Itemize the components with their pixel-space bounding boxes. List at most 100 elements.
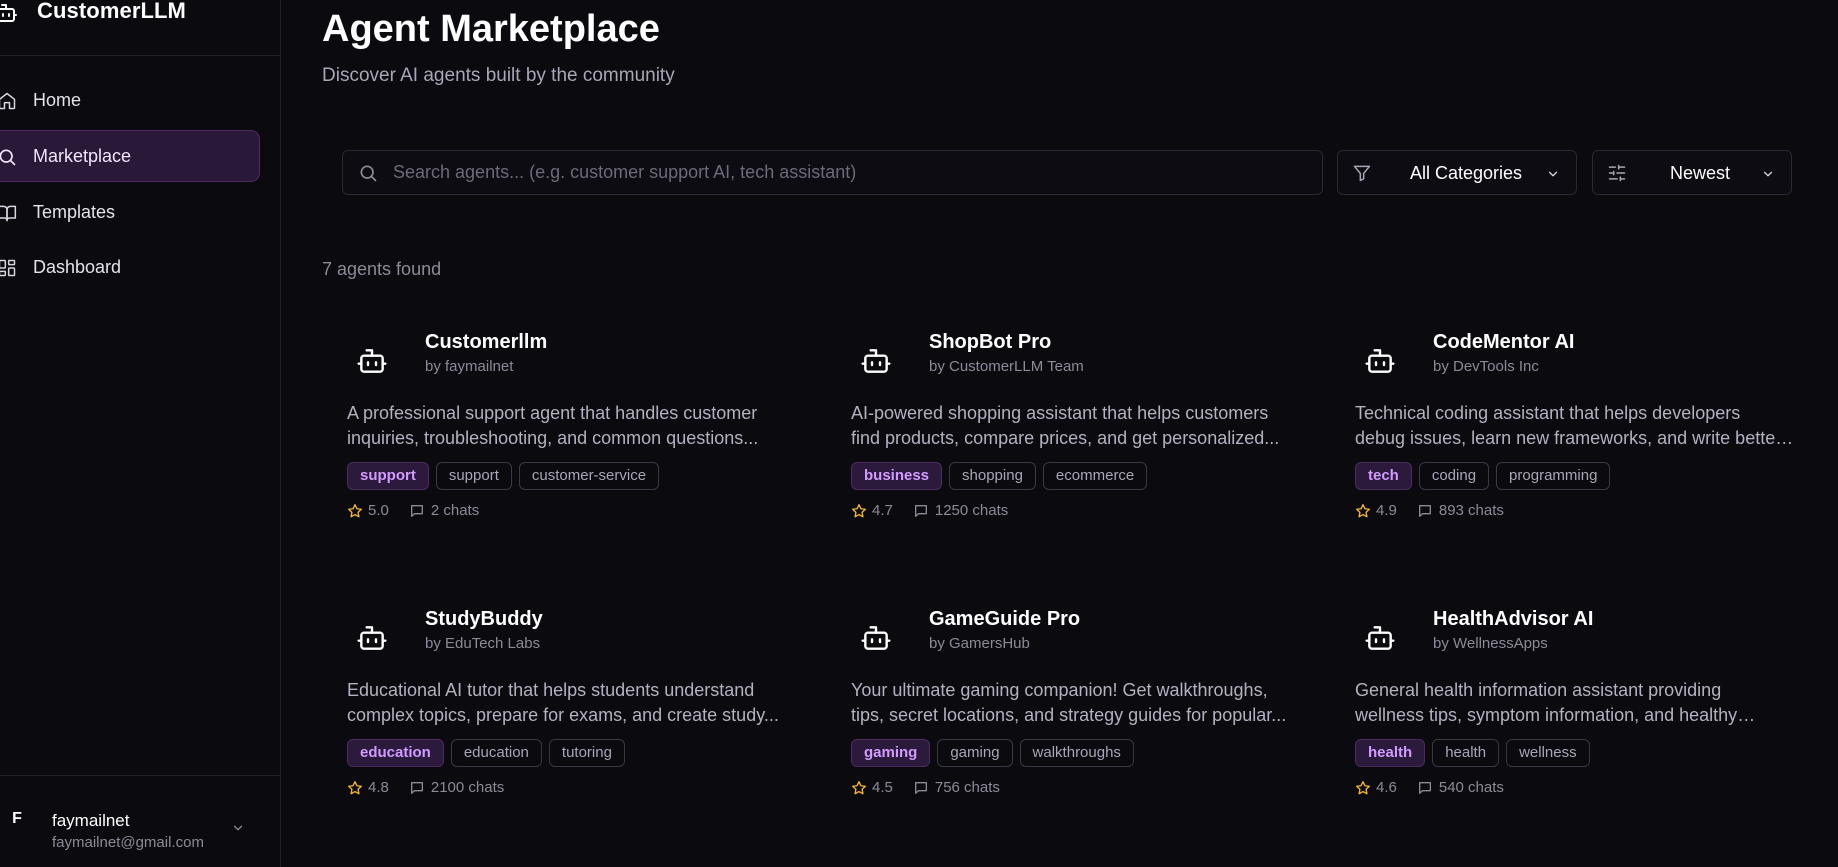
search-icon <box>0 149 16 166</box>
star-icon <box>1356 503 1370 517</box>
agent-card[interactable]: HealthAdvisor AI by WellnessApps General… <box>1348 608 1808 838</box>
page-subtitle: Discover AI agents built by the communit… <box>322 65 675 86</box>
agent-rating: 4.6 <box>1376 779 1397 796</box>
agent-name: ShopBot Pro <box>929 331 1052 353</box>
bot-icon <box>1365 349 1395 373</box>
tag[interactable]: shopping <box>949 462 1036 490</box>
agent-stats: 4.8 2100 chats <box>347 779 504 796</box>
tag-list: tech coding programming <box>1355 462 1611 490</box>
tag[interactable]: support <box>435 462 512 490</box>
category-tag[interactable]: gaming <box>851 739 931 767</box>
message-icon <box>914 504 927 517</box>
agent-description: Your ultimate gaming companion! Get walk… <box>851 680 1287 725</box>
user-name: faymailnet <box>52 811 130 830</box>
agent-card[interactable]: ShopBot Pro by CustomerLLM Team AI-power… <box>844 331 1304 561</box>
tag[interactable]: coding <box>1418 462 1490 490</box>
message-icon <box>410 504 423 517</box>
chevron-down-icon <box>1548 171 1558 177</box>
agent-card[interactable]: CodeMentor AI by DevTools Inc Technical … <box>1348 331 1808 561</box>
agent-description: A professional support agent that handle… <box>347 403 759 448</box>
tag[interactable]: customer-service <box>518 462 660 490</box>
sidebar-item-label: Marketplace <box>33 146 132 166</box>
sidebar-item-dashboard[interactable]: Dashboard <box>0 241 260 293</box>
bot-icon <box>861 349 891 373</box>
agent-stats: 4.6 540 chats <box>1355 779 1504 796</box>
agent-stats: 4.7 1250 chats <box>851 502 1008 519</box>
agent-rating: 4.5 <box>872 779 893 796</box>
agent-chats: 2100 chats <box>430 779 505 796</box>
agent-author: by faymailnet <box>425 358 514 375</box>
tag[interactable]: gaming <box>937 739 1013 767</box>
agent-rating: 5.0 <box>368 502 389 519</box>
message-icon <box>1418 504 1431 517</box>
chevron-down-icon[interactable] <box>231 821 245 835</box>
agent-author: by WellnessApps <box>1433 635 1548 652</box>
agent-description: Educational AI tutor that helps students… <box>347 680 779 725</box>
tag-list: health health wellness <box>1355 739 1590 767</box>
agent-description: AI-powered shopping assistant that helps… <box>851 403 1280 448</box>
sidebar: CustomerLLM Home Marketplace Templates D… <box>0 0 281 867</box>
star-icon <box>852 780 866 794</box>
agent-rating: 4.9 <box>1376 502 1397 519</box>
agent-chats: 2 chats <box>430 502 480 519</box>
message-icon <box>1418 781 1431 794</box>
agent-card[interactable]: GameGuide Pro by GamersHub Your ultimate… <box>844 608 1304 838</box>
tag[interactable]: programming <box>1496 462 1611 490</box>
agent-chats: 756 chats <box>934 779 1000 796</box>
bot-icon <box>357 626 387 650</box>
agent-chats: 540 chats <box>1438 779 1504 796</box>
tag[interactable]: ecommerce <box>1042 462 1148 490</box>
sidebar-item-templates[interactable]: Templates <box>0 186 260 238</box>
filter-icon <box>1353 165 1371 182</box>
sidebar-item-label: Templates <box>33 202 116 222</box>
agent-stats: 4.9 893 chats <box>1355 502 1504 519</box>
tag[interactable]: health <box>1432 739 1500 767</box>
agent-card[interactable]: StudyBuddy by EduTech Labs Educational A… <box>340 608 800 838</box>
category-tag[interactable]: business <box>851 462 943 490</box>
agent-stats: 5.0 2 chats <box>347 502 479 519</box>
agent-chats: 1250 chats <box>934 502 1009 519</box>
sort-select-value: Newest <box>1670 163 1731 183</box>
avatar: F <box>12 810 22 827</box>
agent-card[interactable]: Customerllm by faymailnet A professional… <box>340 331 800 561</box>
bot-icon <box>0 4 17 22</box>
tag[interactable]: walkthroughs <box>1019 739 1134 767</box>
sidebar-item-label: Home <box>33 90 82 110</box>
agent-chats: 893 chats <box>1438 502 1504 519</box>
category-tag[interactable]: health <box>1355 739 1426 767</box>
category-tag[interactable]: support <box>347 462 429 490</box>
agent-author: by CustomerLLM Team <box>929 358 1084 375</box>
category-select[interactable]: All Categories <box>1337 150 1577 195</box>
user-menu[interactable]: F faymailnet faymailnet@gmail.com <box>0 775 281 867</box>
sidebar-item-home[interactable]: Home <box>0 74 260 126</box>
tag-list: business shopping ecommerce <box>851 462 1148 490</box>
tag[interactable]: education <box>450 739 542 767</box>
agent-name: HealthAdvisor AI <box>1433 608 1594 630</box>
app-root: CustomerLLM Home Marketplace Templates D… <box>0 0 1838 867</box>
search-input[interactable] <box>393 151 1313 194</box>
sort-select[interactable]: Newest <box>1592 150 1792 195</box>
category-tag[interactable]: education <box>347 739 444 767</box>
star-icon <box>1356 780 1370 794</box>
message-icon <box>410 781 423 794</box>
tag-list: support support customer-service <box>347 462 660 490</box>
star-icon <box>852 503 866 517</box>
category-tag[interactable]: tech <box>1355 462 1412 490</box>
page-title: Agent Marketplace <box>322 8 660 50</box>
agent-stats: 4.5 756 chats <box>851 779 1000 796</box>
agent-author: by GamersHub <box>929 635 1030 652</box>
sidebar-item-label: Dashboard <box>33 257 122 277</box>
tag-list: gaming gaming walkthroughs <box>851 739 1134 767</box>
agent-author: by EduTech Labs <box>425 635 541 652</box>
brand[interactable]: CustomerLLM <box>0 0 281 56</box>
agent-rating: 4.8 <box>368 779 389 796</box>
tag[interactable]: wellness <box>1506 739 1590 767</box>
star-icon <box>348 780 362 794</box>
category-select-value: All Categories <box>1410 163 1523 183</box>
agent-description: Technical coding assistant that helps de… <box>1355 403 1782 448</box>
agent-description: General health information assistant pro… <box>1355 680 1738 725</box>
bot-icon <box>861 626 891 650</box>
sidebar-item-marketplace[interactable]: Marketplace <box>0 130 260 182</box>
tag[interactable]: tutoring <box>548 739 625 767</box>
user-email: faymailnet@gmail.com <box>52 834 204 851</box>
